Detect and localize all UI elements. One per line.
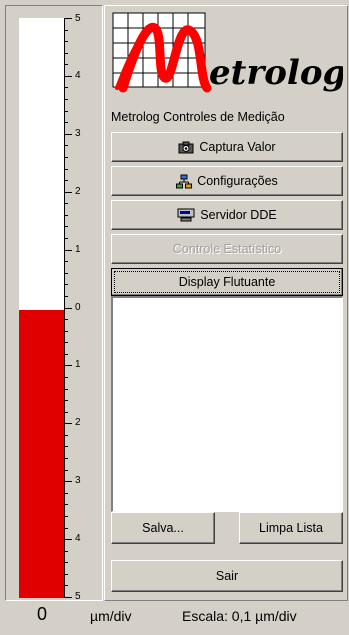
- scale-minor-tick: [65, 412, 68, 413]
- scale-major-tick: [65, 423, 72, 424]
- scale-minor-tick: [65, 458, 68, 459]
- scale-minor-tick: [65, 528, 68, 529]
- scale-tick-label: 0: [75, 302, 81, 313]
- scale-tick-label: 2: [75, 417, 81, 428]
- network-icon: [176, 174, 193, 189]
- scale-minor-tick: [65, 226, 68, 227]
- scale-minor-tick: [65, 319, 68, 320]
- scale-minor-tick: [65, 342, 68, 343]
- server-icon: [177, 208, 195, 222]
- scale-minor-tick: [65, 331, 68, 332]
- scale-tick-label: 2: [75, 186, 81, 197]
- scale-minor-tick: [65, 562, 68, 563]
- scale-major-tick: [65, 134, 72, 135]
- scale-minor-tick: [65, 574, 68, 575]
- scale-minor-tick: [65, 493, 68, 494]
- scale-major-tick: [65, 365, 72, 366]
- configuracoes-label: Configurações: [197, 174, 278, 188]
- scale-minor-tick: [65, 238, 68, 239]
- scale-minor-tick: [65, 203, 68, 204]
- scale-minor-tick: [65, 180, 68, 181]
- scale-tick-label: 3: [75, 128, 81, 139]
- logo-caption: Metrolog Controles de Medição: [111, 110, 285, 124]
- limpa-lista-label: Limpa Lista: [259, 521, 323, 535]
- scale-tick-label: 4: [75, 533, 81, 544]
- scale-minor-tick: [65, 261, 68, 262]
- scale-major-tick: [65, 481, 72, 482]
- readings-list[interactable]: [111, 296, 343, 512]
- scale-minor-tick: [65, 516, 68, 517]
- sair-button[interactable]: Sair: [111, 560, 343, 592]
- scale-minor-tick: [65, 157, 68, 158]
- scale-minor-tick: [65, 111, 68, 112]
- scale-minor-tick: [65, 446, 68, 447]
- logo-wordmark: etrolog: [209, 53, 343, 93]
- scale-major-tick: [65, 250, 72, 251]
- sair-label: Sair: [215, 569, 239, 583]
- scale-minor-tick: [65, 273, 68, 274]
- gauge-value-readout: 0: [36, 604, 47, 624]
- camera-icon: [178, 141, 194, 154]
- scale-tick-label: 1: [75, 359, 81, 370]
- logo-graphic: etrolog: [112, 12, 346, 93]
- scale-minor-tick: [65, 145, 68, 146]
- scale-tick-label: 5: [75, 13, 81, 24]
- scale-minor-tick: [65, 470, 68, 471]
- scale-minor-tick: [65, 284, 68, 285]
- salva-label: Salva...: [142, 521, 184, 535]
- scale-major-tick: [65, 308, 72, 309]
- scale-tick-label: 5: [75, 591, 81, 602]
- scale-major-tick: [65, 192, 72, 193]
- servidor-dde-label: Servidor DDE: [200, 208, 277, 222]
- scale-minor-tick: [65, 354, 68, 355]
- scale-minor-tick: [65, 169, 68, 170]
- scale-minor-tick: [65, 389, 68, 390]
- scale-tick-label: 3: [75, 475, 81, 486]
- limpa-lista-button[interactable]: Limpa Lista: [239, 512, 343, 544]
- scale-tick-label: 1: [75, 244, 81, 255]
- scale-minor-tick: [65, 87, 68, 88]
- scale-minor-tick: [65, 99, 68, 100]
- servidor-dde-button[interactable]: Servidor DDE: [111, 200, 343, 230]
- scale-minor-tick: [65, 435, 68, 436]
- salva-button[interactable]: Salva...: [111, 512, 215, 544]
- scale-minor-tick: [65, 122, 68, 123]
- configuracoes-button[interactable]: Configurações: [111, 166, 343, 196]
- scale-minor-tick: [65, 215, 68, 216]
- captura-valor-button[interactable]: Captura Valor: [111, 132, 343, 162]
- scale-minor-tick: [65, 30, 68, 31]
- scale-minor-tick: [65, 551, 68, 552]
- scale-major-tick: [65, 539, 72, 540]
- scale-minor-tick: [65, 53, 68, 54]
- controle-estatistico-label: Controle Estatístico: [172, 242, 282, 256]
- scale-major-tick: [65, 597, 72, 598]
- scale-minor-tick: [65, 64, 68, 65]
- scale-label: Escala: 0,1 µm/div: [182, 608, 297, 624]
- scale-minor-tick: [65, 296, 68, 297]
- display-flutuante-label: Display Flutuante: [178, 275, 276, 289]
- scale-minor-tick: [65, 41, 68, 42]
- display-flutuante-button[interactable]: Display Flutuante: [111, 268, 343, 296]
- scale-minor-tick: [65, 504, 68, 505]
- metrolog-logo: etrolog Metrolog Controles de Medição: [111, 12, 346, 124]
- scale-minor-tick: [65, 585, 68, 586]
- unit-label: µm/div: [90, 608, 132, 624]
- captura-valor-label: Captura Valor: [199, 140, 276, 154]
- scale-minor-tick: [65, 400, 68, 401]
- scale-major-tick: [65, 76, 72, 77]
- controle-estatistico-button[interactable]: Controle Estatístico: [111, 234, 343, 264]
- scale-tick-label: 4: [75, 70, 81, 81]
- scale-major-tick: [65, 18, 72, 19]
- scale-minor-tick: [65, 377, 68, 378]
- gauge-bar-fill: [19, 309, 64, 598]
- gauge-bar-track: [19, 18, 64, 598]
